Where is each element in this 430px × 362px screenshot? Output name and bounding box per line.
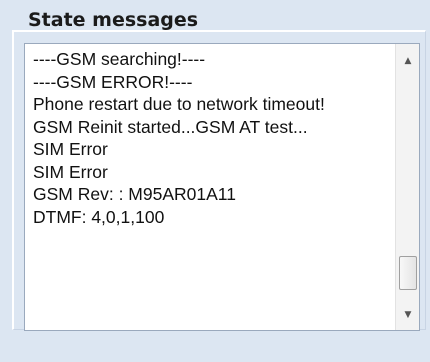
message-line: ----GSM ERROR!----	[33, 71, 193, 92]
state-messages-panel: State messages ----GSM searching!---- --…	[0, 0, 430, 362]
message-line: SIM Error	[33, 139, 108, 159]
message-line: ----GSM searching!----	[33, 49, 206, 69]
message-line: GSM Reinit started...GSM AT test...	[33, 116, 308, 137]
scrollbar-thumb[interactable]	[399, 256, 417, 290]
messages-listbox[interactable]: ----GSM searching!---- ----GSM ERROR!---…	[24, 43, 420, 331]
message-line: Phone restart due to network timeout!	[33, 94, 325, 114]
panel-title: State messages	[28, 9, 199, 31]
scroll-down-arrow-icon[interactable]: ▼	[396, 304, 419, 326]
vertical-scrollbar[interactable]: ▲ ▼	[395, 44, 419, 330]
scroll-up-arrow-icon[interactable]: ▲	[396, 50, 419, 72]
message-line: GSM Rev: : M95AR01A11	[33, 184, 236, 204]
message-line: SIM Error	[33, 161, 108, 182]
message-list: ----GSM searching!---- ----GSM ERROR!---…	[33, 48, 393, 228]
message-line: DTMF: 4,0,1,100	[33, 206, 165, 227]
